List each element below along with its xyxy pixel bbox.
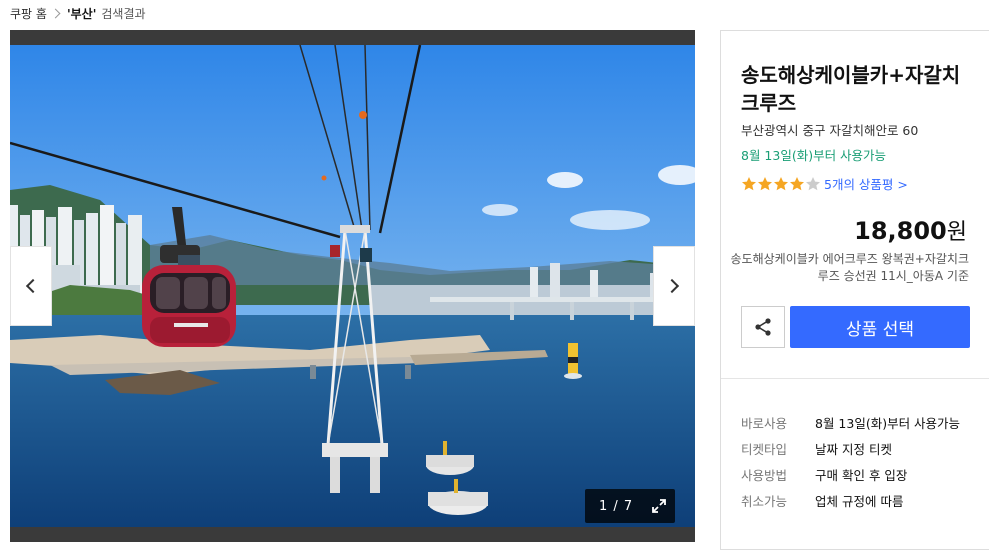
- price-value: 18,800: [854, 217, 947, 245]
- star-filled-icon: [790, 176, 804, 190]
- info-row: 취소가능 업체 규정에 따름: [741, 487, 960, 513]
- gallery-prev-button[interactable]: [10, 246, 52, 326]
- star-filled-icon: [758, 176, 772, 190]
- info-value: 날짜 지정 티켓: [815, 441, 892, 457]
- star-filled-icon: [774, 176, 788, 190]
- gallery-counter: 1 / 7: [585, 489, 675, 523]
- availability-text: 8월 13일(화)부터 사용가능: [741, 148, 887, 163]
- rating-stars: [741, 176, 821, 192]
- share-icon: [755, 318, 771, 336]
- chevron-right-icon: [664, 278, 680, 294]
- product-address: 부산광역시 중구 자갈치해안로 60: [741, 123, 919, 138]
- info-row: 바로사용 8월 13일(화)부터 사용가능: [741, 409, 960, 435]
- info-label: 티켓타입: [741, 441, 788, 457]
- price-unit: 원: [946, 220, 967, 245]
- price: 18,800원: [854, 214, 967, 246]
- star-empty-icon: [806, 176, 820, 190]
- gallery-counter-text: 1 / 7: [599, 498, 634, 514]
- info-row: 티켓타입 날짜 지정 티켓: [741, 435, 960, 461]
- chevron-right-icon: [50, 8, 61, 18]
- breadcrumb-suffix: 검색결과: [101, 6, 146, 21]
- info-value: 8월 13일(화)부터 사용가능: [815, 415, 961, 431]
- product-image: [10, 45, 695, 527]
- chevron-left-icon: [25, 278, 41, 294]
- info-label: 바로사용: [741, 415, 788, 431]
- info-label: 취소가능: [741, 493, 788, 509]
- share-button[interactable]: [741, 306, 785, 348]
- product-title: 송도해상케이블카+자갈치크루즈: [741, 63, 961, 115]
- info-value: 업체 규정에 따름: [815, 493, 904, 509]
- review-link[interactable]: 5개의 상품평 >: [824, 174, 908, 193]
- info-value: 구매 확인 후 입장: [815, 467, 908, 483]
- rating: 5개의 상품평 >: [741, 174, 908, 193]
- breadcrumb: 쿠팡 홈 '부산' 검색결과: [10, 4, 146, 22]
- info-row: 사용방법 구매 확인 후 입장: [741, 461, 960, 487]
- option-description: 송도해상케이블카 에어크루즈 왕복권+자갈치크루즈 승선권 11시_아동A 기준: [730, 252, 970, 283]
- breadcrumb-keyword: '부산': [66, 6, 97, 21]
- info-list: 바로사용 8월 13일(화)부터 사용가능티켓타입 날짜 지정 티켓사용방법 구매 확…: [741, 409, 960, 513]
- breadcrumb-home-link[interactable]: 쿠팡 홈: [10, 5, 47, 22]
- info-label: 사용방법: [741, 467, 788, 483]
- image-gallery: 1 / 7: [10, 30, 695, 542]
- expand-icon[interactable]: [651, 498, 667, 514]
- divider: [721, 378, 989, 379]
- select-product-button[interactable]: 상품 선택: [790, 306, 970, 348]
- gallery-next-button[interactable]: [653, 246, 695, 326]
- product-info-panel: 송도해상케이블카+자갈치크루즈 부산광역시 중구 자갈치해안로 60 8월 13…: [720, 30, 989, 550]
- star-filled-icon: [742, 176, 756, 190]
